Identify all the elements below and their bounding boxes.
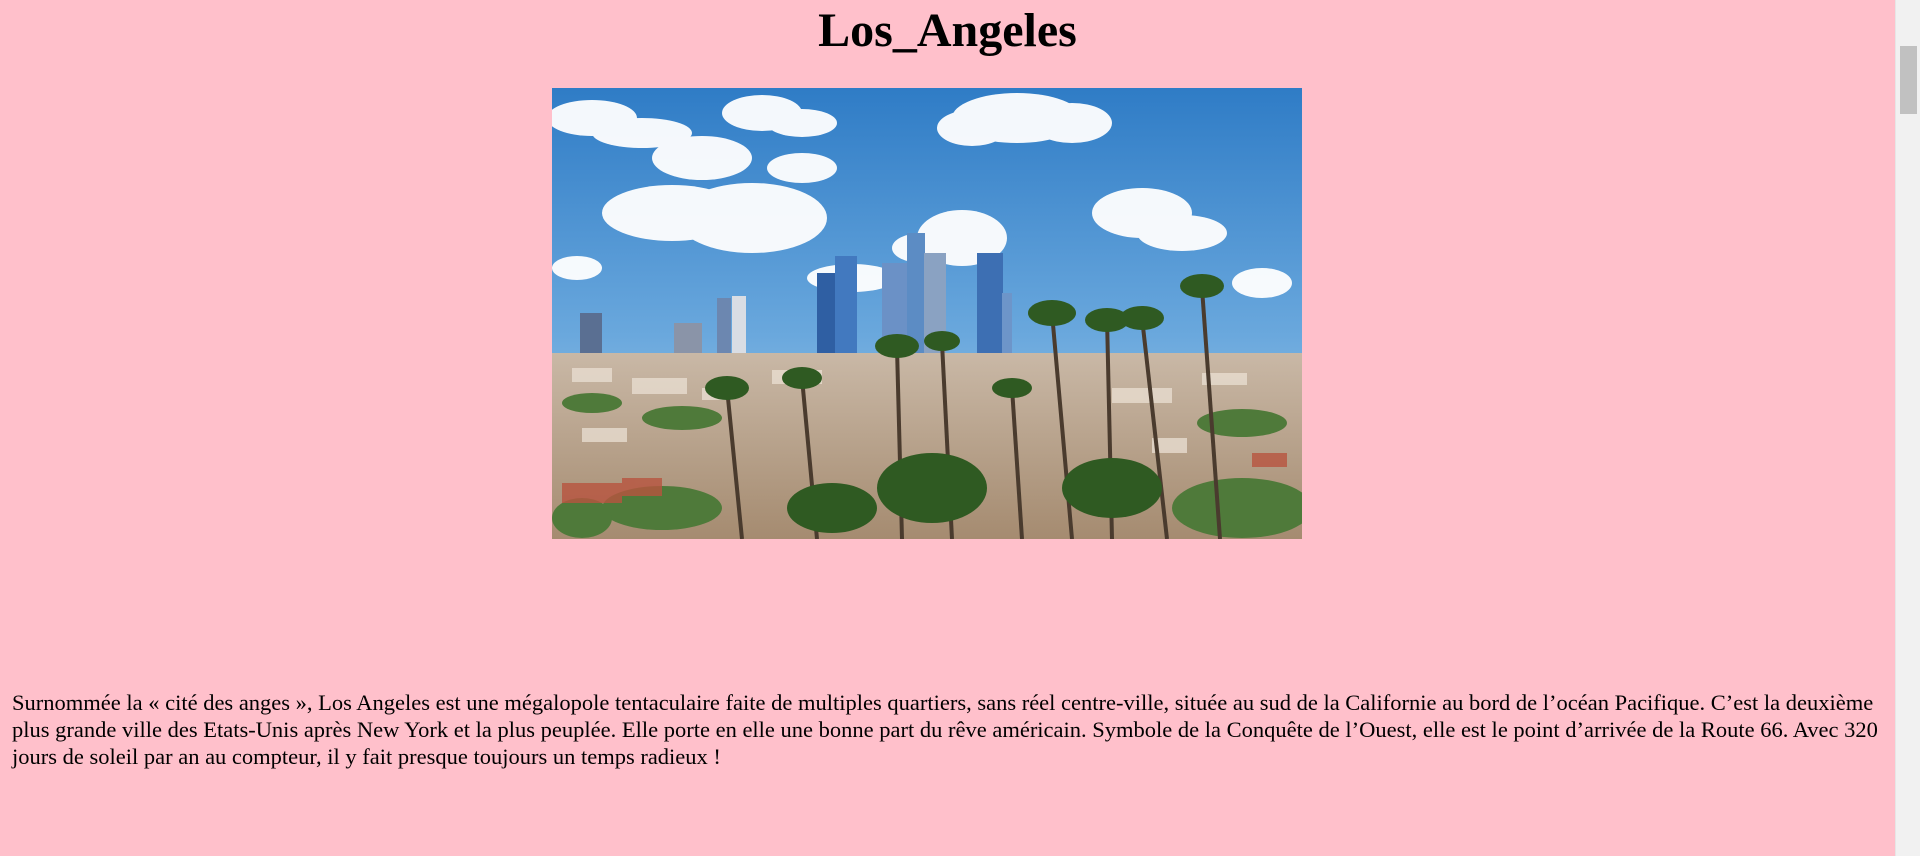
scrollbar-thumb[interactable] bbox=[1900, 46, 1917, 114]
los-angeles-photo bbox=[552, 88, 1302, 539]
vertical-scrollbar[interactable] bbox=[1895, 0, 1920, 856]
page: Los_Angeles Surnommée la « cité des ange… bbox=[0, 0, 1895, 856]
city-description: Surnommée la « cité des anges », Los Ang… bbox=[12, 690, 1878, 769]
page-title: Los_Angeles bbox=[818, 4, 1077, 57]
